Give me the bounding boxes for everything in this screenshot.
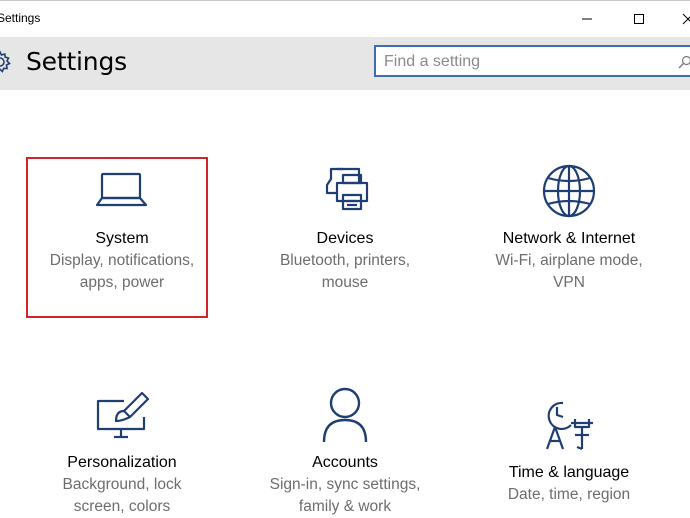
close-icon	[682, 13, 690, 25]
laptop-icon	[92, 160, 152, 222]
tile-description: Display, notifications, apps, power	[49, 252, 195, 291]
search-input[interactable]	[384, 52, 674, 72]
clock-language-icon	[539, 394, 599, 456]
maximize-icon	[634, 14, 644, 24]
gear-icon	[0, 50, 11, 73]
tile-name: Accounts	[312, 454, 378, 471]
tile-name: Network & Internet	[502, 230, 636, 247]
tile-description: Bluetooth, printers, mouse	[279, 252, 411, 291]
tile-time-language[interactable]: Time & language Date, time, region	[474, 394, 664, 506]
tile-description: Date, time, region	[507, 486, 631, 503]
printer-icon	[315, 160, 375, 222]
search-box[interactable]	[374, 45, 690, 77]
search-icon[interactable]	[678, 55, 690, 69]
tile-accounts[interactable]: Accounts Sign-in, sync settings, family …	[250, 384, 440, 518]
tile-devices[interactable]: Devices Bluetooth, printers, mouse	[250, 160, 440, 294]
tile-system[interactable]: System Display, notifications, apps, pow…	[27, 160, 217, 294]
settings-header: Settings	[0, 37, 690, 90]
window-title: Settings	[0, 11, 41, 25]
globe-icon	[539, 160, 599, 222]
tile-personalization[interactable]: Personalization Background, lock screen,…	[27, 384, 217, 518]
title-bar: Settings	[0, 0, 690, 37]
minimize-icon	[582, 18, 592, 20]
tile-name: Time & language	[508, 464, 630, 481]
paintbrush-icon	[92, 384, 152, 446]
tile-network-internet[interactable]: Network & Internet Wi-Fi, airplane mode,…	[474, 160, 664, 294]
page-title: Settings	[26, 47, 127, 76]
maximize-button[interactable]	[616, 1, 662, 37]
tile-name: Personalization	[67, 454, 177, 471]
tile-name: Devices	[316, 230, 374, 247]
person-icon	[315, 384, 375, 446]
tile-name: System	[95, 230, 149, 247]
minimize-button[interactable]	[564, 1, 610, 37]
tile-description: Sign-in, sync settings, family & work	[269, 476, 421, 515]
tile-description: Background, lock screen, colors	[62, 476, 182, 515]
close-button[interactable]	[665, 1, 690, 37]
tile-description: Wi-Fi, airplane mode, VPN	[495, 252, 643, 291]
